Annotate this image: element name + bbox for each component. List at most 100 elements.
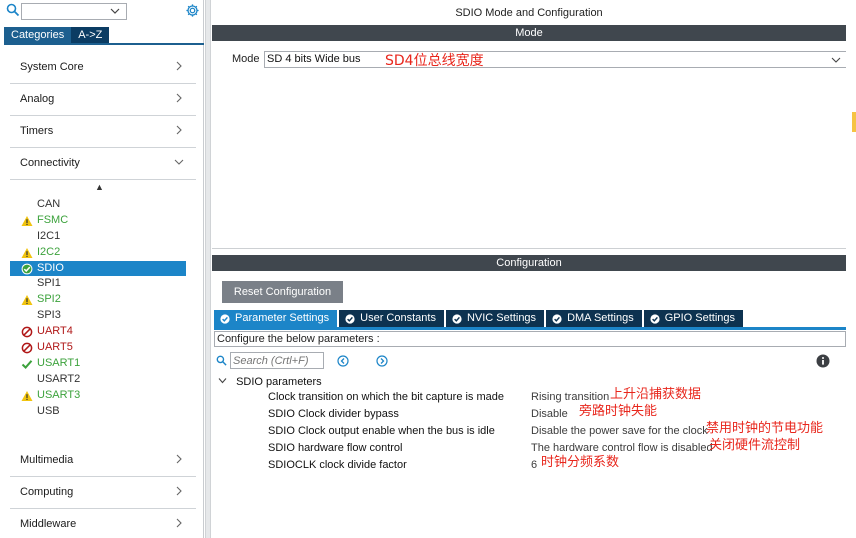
panel-splitter[interactable] (205, 0, 211, 538)
chevron-right-icon (176, 125, 182, 135)
tab-nvic-settings[interactable]: NVIC Settings (445, 310, 545, 327)
param-value[interactable]: Disable the power save for the clock (531, 423, 708, 440)
peripheral-label: SPI2 (37, 293, 61, 306)
peripheral-label: UART4 (37, 325, 73, 338)
param-value[interactable]: Disable (531, 406, 568, 423)
configure-instruction: Configure the below parameters : (214, 331, 846, 347)
search-icon (216, 355, 227, 366)
warning-icon (21, 215, 33, 226)
category-connectivity[interactable]: Connectivity (10, 148, 196, 180)
param-annotation: 旁路时钟失能 (579, 404, 658, 419)
peripheral-item-fsmc[interactable]: FSMC (10, 213, 186, 229)
mode-label: Mode (232, 53, 260, 65)
check-circle-icon (345, 313, 355, 324)
param-row-hardware-flow-control[interactable]: SDIO hardware flow control The hardware … (212, 438, 846, 457)
peripheral-item-i2c1[interactable]: I2C1 (10, 229, 186, 245)
sdio-parameters-group[interactable]: SDIO parameters (218, 374, 322, 390)
peripheral-item-can[interactable]: CAN (10, 197, 186, 213)
warning-icon (21, 295, 33, 306)
sort-arrows-icon[interactable]: ▲︎ (95, 182, 104, 192)
param-annotation: 关闭硬件流控制 (709, 438, 801, 453)
tab-label: GPIO Settings (664, 312, 736, 324)
category-computing[interactable]: Computing (10, 477, 196, 509)
param-name: SDIO hardware flow control (268, 442, 403, 454)
param-annotation: 时钟分频系数 (541, 455, 620, 470)
mode-section: Mode SD 4 bits Wide bus SD4位总线宽度 (212, 41, 847, 249)
peripheral-item-usart2[interactable]: USART2 (10, 372, 186, 388)
tabs-underline (214, 327, 846, 330)
peripheral-item-spi2[interactable]: SPI2 (10, 292, 186, 308)
chevron-right-icon (176, 486, 182, 496)
configuration-section-header: Configuration (212, 255, 846, 271)
check-circle-icon (21, 263, 33, 274)
parameter-toolbar (216, 352, 846, 370)
peripheral-item-usart1[interactable]: USART1 (10, 356, 186, 372)
category-label: Computing (20, 486, 74, 498)
peripheral-label: CAN (37, 198, 61, 210)
right-edge-strip (846, 0, 856, 538)
mode-select[interactable]: SD 4 bits Wide bus SD4位总线宽度 (264, 51, 847, 69)
tab-label: DMA Settings (567, 312, 634, 324)
gear-icon[interactable] (185, 3, 200, 18)
check-icon (21, 360, 33, 369)
check-circle-icon (220, 313, 230, 324)
tab-dma-settings[interactable]: DMA Settings (546, 310, 642, 327)
param-row-clock-divide-factor[interactable]: SDIOCLK clock divide factor 6 时钟分频系数 (212, 455, 846, 474)
param-name: Clock transition on which the bit captur… (268, 391, 505, 403)
param-name: SDIOCLK clock divide factor (268, 459, 407, 471)
peripheral-item-i2c2[interactable]: I2C2 (10, 245, 186, 261)
check-circle-icon (552, 313, 562, 324)
category-analog[interactable]: Analog (10, 84, 196, 116)
category-label: Multimedia (20, 454, 74, 466)
tab-underline (4, 43, 204, 45)
param-value[interactable]: 6 (531, 457, 537, 474)
param-row-clock-transition[interactable]: Clock transition on which the bit captur… (212, 387, 846, 406)
category-label: Middleware (20, 518, 77, 530)
category-list-bottom: Multimedia Computing Middleware (10, 445, 196, 538)
peripheral-label: SPI1 (37, 277, 61, 290)
previous-icon[interactable] (337, 355, 349, 367)
peripheral-label: UART5 (37, 341, 73, 354)
check-circle-icon (452, 313, 462, 324)
category-search-row (0, 0, 204, 24)
category-label: Connectivity (20, 157, 80, 169)
peripheral-label: SPI3 (37, 309, 61, 322)
tab-a-to-z[interactable]: A->Z (71, 27, 110, 43)
peripheral-item-usb[interactable]: USB (10, 404, 186, 420)
category-multimedia[interactable]: Multimedia (10, 445, 196, 477)
peripheral-item-sdio[interactable]: SDIO (10, 260, 186, 277)
tab-categories[interactable]: Categories (4, 27, 72, 43)
peripheral-label: USB (37, 404, 60, 417)
chevron-right-icon (176, 93, 182, 103)
chevron-right-icon (176, 61, 182, 71)
peripheral-item-uart5[interactable]: UART5 (10, 340, 186, 356)
category-list-top: System Core Analog Timers Connectivity (10, 52, 196, 180)
chevron-down-icon (174, 159, 184, 165)
tab-parameter-settings[interactable]: Parameter Settings (214, 310, 338, 327)
peripheral-label: FSMC (37, 213, 69, 226)
category-middleware[interactable]: Middleware (10, 509, 196, 538)
configuration-panel: SDIO Mode and Configuration Mode Mode SD… (212, 0, 847, 538)
category-system-core[interactable]: System Core (10, 52, 196, 84)
chevron-right-icon (176, 454, 182, 464)
info-icon[interactable] (816, 354, 830, 368)
peripheral-item-usart3[interactable]: USART3 (10, 388, 186, 404)
tab-user-constants[interactable]: User Constants (339, 310, 444, 327)
peripheral-item-spi3[interactable]: SPI3 (10, 308, 186, 324)
page-title: SDIO Mode and Configuration (455, 7, 603, 19)
next-icon[interactable] (376, 355, 388, 367)
peripheral-label: I2C2 (37, 245, 61, 258)
parameter-search-input[interactable] (230, 352, 324, 369)
reset-configuration-button[interactable]: Reset Configuration (222, 281, 343, 303)
peripheral-item-uart4[interactable]: UART4 (10, 324, 186, 340)
peripheral-items: CAN FSMC I2C1 I2C2 SDIO SPI1 SPI2 SPI3 UART4 UART… (10, 197, 186, 419)
chevron-right-icon (176, 518, 182, 528)
tab-gpio-settings[interactable]: GPIO Settings (643, 310, 744, 327)
search-icon[interactable] (6, 3, 20, 17)
peripheral-item-spi1[interactable]: SPI1 (10, 276, 186, 292)
param-annotation: 上升沿捕获数据 (610, 387, 702, 402)
category-timers[interactable]: Timers (10, 116, 196, 148)
param-name: SDIO Clock divider bypass (268, 408, 399, 420)
category-search-combo[interactable] (21, 3, 127, 20)
mode-annotation: SD4位总线宽度 (385, 53, 484, 69)
